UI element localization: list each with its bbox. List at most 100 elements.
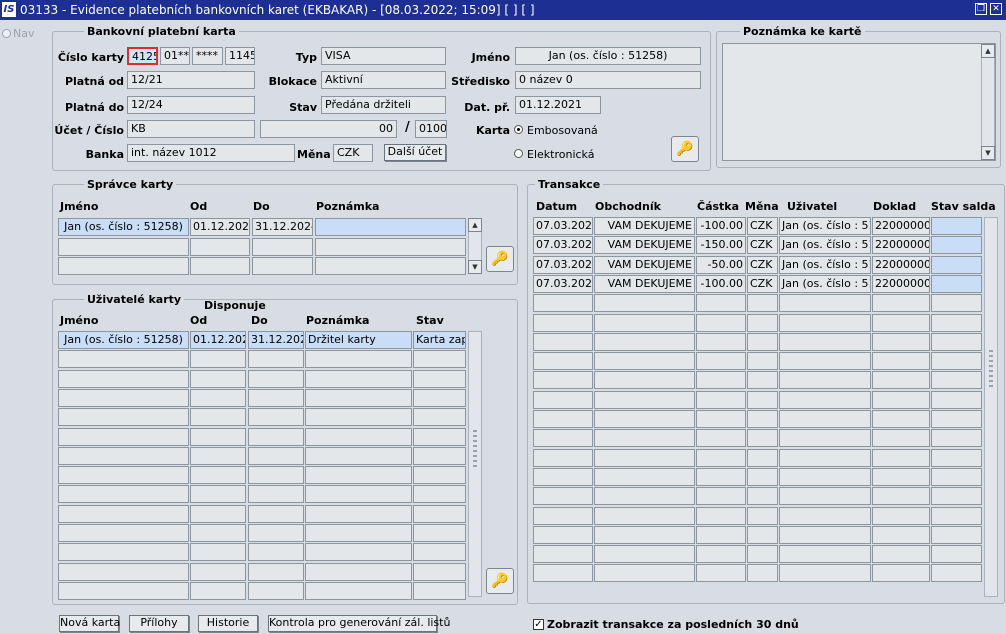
check-generation-button[interactable]: Kontrola pro generování zál. listů: [268, 615, 450, 632]
tx-cell[interactable]: [594, 371, 695, 390]
users-scroll-grip[interactable]: [473, 430, 477, 470]
users-cell[interactable]: [190, 350, 246, 369]
users-cell[interactable]: [58, 446, 189, 465]
tx-cell[interactable]: [533, 313, 593, 332]
tx-cell[interactable]: [931, 564, 982, 583]
tx-cell[interactable]: [931, 352, 982, 371]
users-cell[interactable]: [305, 369, 412, 388]
tx-cell[interactable]: [779, 371, 871, 390]
users-cell[interactable]: [413, 446, 466, 465]
tx-cell[interactable]: [747, 448, 778, 467]
users-cell[interactable]: [248, 446, 304, 465]
tx-cell[interactable]: [696, 467, 746, 486]
users-cell[interactable]: [190, 427, 246, 446]
next-account-button[interactable]: Další účet: [384, 144, 446, 161]
tx-cell[interactable]: [594, 429, 695, 448]
users-cell[interactable]: [305, 485, 412, 504]
tx-cell[interactable]: [779, 313, 871, 332]
tx-cell[interactable]: [872, 352, 930, 371]
users-cell[interactable]: [58, 524, 189, 542]
tx-cell[interactable]: [779, 294, 871, 313]
attachments-button[interactable]: Přílohy: [129, 615, 189, 632]
users-cell[interactable]: [248, 466, 304, 485]
tx-cell[interactable]: [779, 448, 871, 467]
users-cell[interactable]: [190, 562, 246, 581]
tx-cell[interactable]: [747, 352, 778, 371]
tx-cell[interactable]: VAM DEKUJEME: [594, 217, 695, 235]
tx-cell[interactable]: [872, 506, 930, 525]
tx-cell[interactable]: [696, 487, 746, 506]
users-cell[interactable]: [190, 543, 246, 562]
tx-cell[interactable]: [747, 545, 778, 564]
users-cell[interactable]: [413, 581, 466, 600]
users-cell[interactable]: [305, 427, 412, 446]
tx-cell[interactable]: VAM DEKUJEME: [594, 274, 695, 293]
tx-cell[interactable]: [931, 467, 982, 486]
tx-cell[interactable]: [931, 371, 982, 390]
admins-cell[interactable]: [58, 257, 189, 275]
center-field[interactable]: 0 název 0: [515, 71, 701, 89]
tx-cell[interactable]: VAM DEKUJEME: [594, 236, 695, 255]
holder-name-field[interactable]: Jan (os. číslo : 51258): [515, 47, 701, 65]
tx-cell[interactable]: CZK: [747, 217, 778, 235]
tx-cell[interactable]: Jan (os. číslo : 51258): [779, 255, 871, 274]
tx-cell[interactable]: [594, 525, 695, 544]
bank-field[interactable]: int. název 1012: [127, 144, 295, 162]
tx-cell[interactable]: [872, 332, 930, 351]
nav-toggle[interactable]: Nav: [0, 26, 34, 46]
tx-cell[interactable]: [931, 448, 982, 467]
tx-cell[interactable]: [931, 313, 982, 332]
users-cell[interactable]: [305, 446, 412, 465]
users-cell[interactable]: [413, 562, 466, 581]
tx-cell[interactable]: [533, 506, 593, 525]
tx-cell[interactable]: [872, 564, 930, 583]
tx-cell[interactable]: [779, 429, 871, 448]
users-cell[interactable]: [248, 524, 304, 542]
tx-cell[interactable]: [872, 545, 930, 564]
tx-cell[interactable]: [533, 390, 593, 409]
tx-cell[interactable]: [779, 506, 871, 525]
tx-cell[interactable]: [533, 467, 593, 486]
admins-scroll-up[interactable]: ▲: [468, 218, 482, 232]
tx-cell[interactable]: [931, 332, 982, 351]
users-cell[interactable]: [305, 524, 412, 542]
tx-cell[interactable]: [931, 525, 982, 544]
tx-cell[interactable]: [696, 545, 746, 564]
tx-cell[interactable]: [696, 294, 746, 313]
tx-cell[interactable]: [931, 236, 982, 255]
tx-cell[interactable]: [872, 448, 930, 467]
tx-cell[interactable]: [533, 545, 593, 564]
admins-cell[interactable]: [252, 237, 313, 256]
users-cell[interactable]: [413, 485, 466, 504]
tx-cell[interactable]: [747, 390, 778, 409]
users-cell[interactable]: [190, 446, 246, 465]
tx-cell[interactable]: [779, 564, 871, 583]
tx-cell[interactable]: 2200000014: [872, 236, 930, 255]
users-cell[interactable]: [413, 408, 466, 427]
users-cell[interactable]: [58, 466, 189, 485]
tx-cell[interactable]: [747, 429, 778, 448]
block-field[interactable]: Aktivní: [321, 71, 446, 89]
tx-cell[interactable]: Jan (os. číslo : 51258): [779, 236, 871, 255]
note-scroll-up[interactable]: ▲: [981, 44, 995, 58]
tx-cell[interactable]: [594, 487, 695, 506]
tx-cell[interactable]: 2200000015: [872, 255, 930, 274]
admins-cell[interactable]: [252, 257, 313, 275]
users-cell[interactable]: [305, 504, 412, 523]
currency-field[interactable]: CZK: [333, 144, 373, 162]
tx-cell[interactable]: [696, 390, 746, 409]
tx-cell[interactable]: [533, 487, 593, 506]
users-cell[interactable]: [248, 427, 304, 446]
users-cell[interactable]: Karta zapůjčena: [413, 331, 466, 349]
users-cell[interactable]: [413, 427, 466, 446]
users-cell[interactable]: [58, 427, 189, 446]
admins-cell[interactable]: [315, 218, 466, 236]
tx-cell[interactable]: [779, 467, 871, 486]
tx-cell[interactable]: Jan (os. číslo : 51258): [779, 274, 871, 293]
tx-cell[interactable]: [872, 390, 930, 409]
close-window-button[interactable]: ✕: [990, 3, 1002, 15]
tx-cell[interactable]: -50.00: [696, 255, 746, 274]
users-cell[interactable]: [413, 524, 466, 542]
tx-cell[interactable]: -150.00: [696, 236, 746, 255]
users-cell[interactable]: [190, 504, 246, 523]
